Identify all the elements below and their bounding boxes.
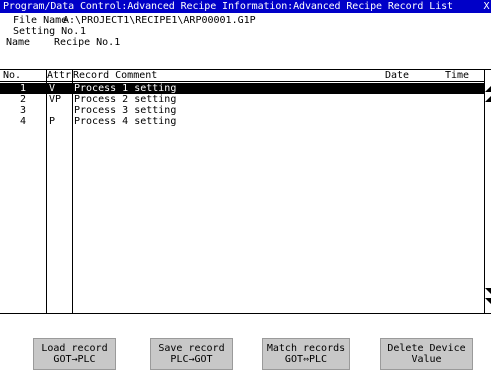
match-records-direction: GOT⇔PLC bbox=[284, 354, 328, 365]
delete-device-value-button[interactable]: Delete Device Value bbox=[380, 338, 473, 370]
record-list: No. Attr Record Comment Date Time 1 V Pr… bbox=[0, 69, 491, 314]
row-attr: VP bbox=[49, 94, 62, 105]
table-row[interactable]: 2 VP Process 2 setting bbox=[0, 94, 484, 105]
file-name-row: File Name A:\PROJECT1\RECIPE1\ARP00001.G… bbox=[13, 15, 256, 26]
close-button[interactable]: X bbox=[482, 0, 491, 13]
table-row[interactable]: 1 V Process 1 setting bbox=[0, 83, 484, 94]
row-comment: Process 3 setting bbox=[74, 105, 177, 116]
row-comment: Process 4 setting bbox=[74, 116, 177, 127]
vertical-scrollbar[interactable] bbox=[484, 70, 491, 313]
table-row[interactable]: 3 Process 3 setting bbox=[0, 105, 484, 116]
setting-no-row: Setting No. 1 bbox=[13, 26, 86, 37]
table-row[interactable]: 4 P Process 4 setting bbox=[0, 116, 484, 127]
window-title: Program/Data Control:Advanced Recipe Inf… bbox=[3, 1, 453, 12]
row-attr: P bbox=[49, 116, 56, 127]
load-record-label: Load record bbox=[41, 343, 108, 354]
save-record-direction: PLC→GOT bbox=[170, 354, 213, 365]
column-header-time: Time bbox=[445, 70, 470, 81]
window-titlebar: Program/Data Control:Advanced Recipe Inf… bbox=[0, 0, 491, 13]
file-name-value: A:\PROJECT1\RECIPE1\ARP00001.G1P bbox=[63, 15, 256, 26]
name-label: Name bbox=[6, 37, 31, 48]
row-no: 3 bbox=[20, 105, 27, 116]
match-records-label: Match records bbox=[266, 343, 346, 354]
delete-device-value-label: Delete Device bbox=[387, 343, 466, 354]
row-comment: Process 1 setting bbox=[74, 83, 177, 94]
load-record-direction: GOT→PLC bbox=[53, 354, 96, 365]
column-header-no: No. bbox=[3, 70, 22, 81]
row-comment: Process 2 setting bbox=[74, 94, 177, 105]
save-record-button[interactable]: Save record PLC→GOT bbox=[150, 338, 233, 370]
name-value: Recipe No.1 bbox=[54, 37, 121, 48]
row-no: 4 bbox=[20, 116, 27, 127]
column-header-record-comment: Record Comment bbox=[73, 70, 158, 81]
file-info-panel: File Name A:\PROJECT1\RECIPE1\ARP00001.G… bbox=[0, 13, 491, 68]
file-name-label: File Name bbox=[13, 15, 68, 26]
setting-no-value: 1 bbox=[80, 26, 87, 37]
row-attr: V bbox=[49, 83, 56, 94]
load-record-button[interactable]: Load record GOT→PLC bbox=[33, 338, 116, 370]
column-header-date: Date bbox=[385, 70, 410, 81]
row-no: 1 bbox=[20, 83, 27, 94]
scroll-up-icon[interactable] bbox=[485, 82, 491, 108]
name-row: Name Recipe No.1 bbox=[6, 37, 120, 48]
row-no: 2 bbox=[20, 94, 27, 105]
column-header-attr: Attr bbox=[47, 70, 72, 81]
save-record-label: Save record bbox=[158, 343, 225, 354]
setting-no-label: Setting No. bbox=[13, 26, 80, 37]
delete-device-value-label-2: Value bbox=[411, 354, 442, 365]
scroll-down-icon[interactable] bbox=[485, 284, 491, 310]
match-records-button[interactable]: Match records GOT⇔PLC bbox=[262, 338, 350, 370]
